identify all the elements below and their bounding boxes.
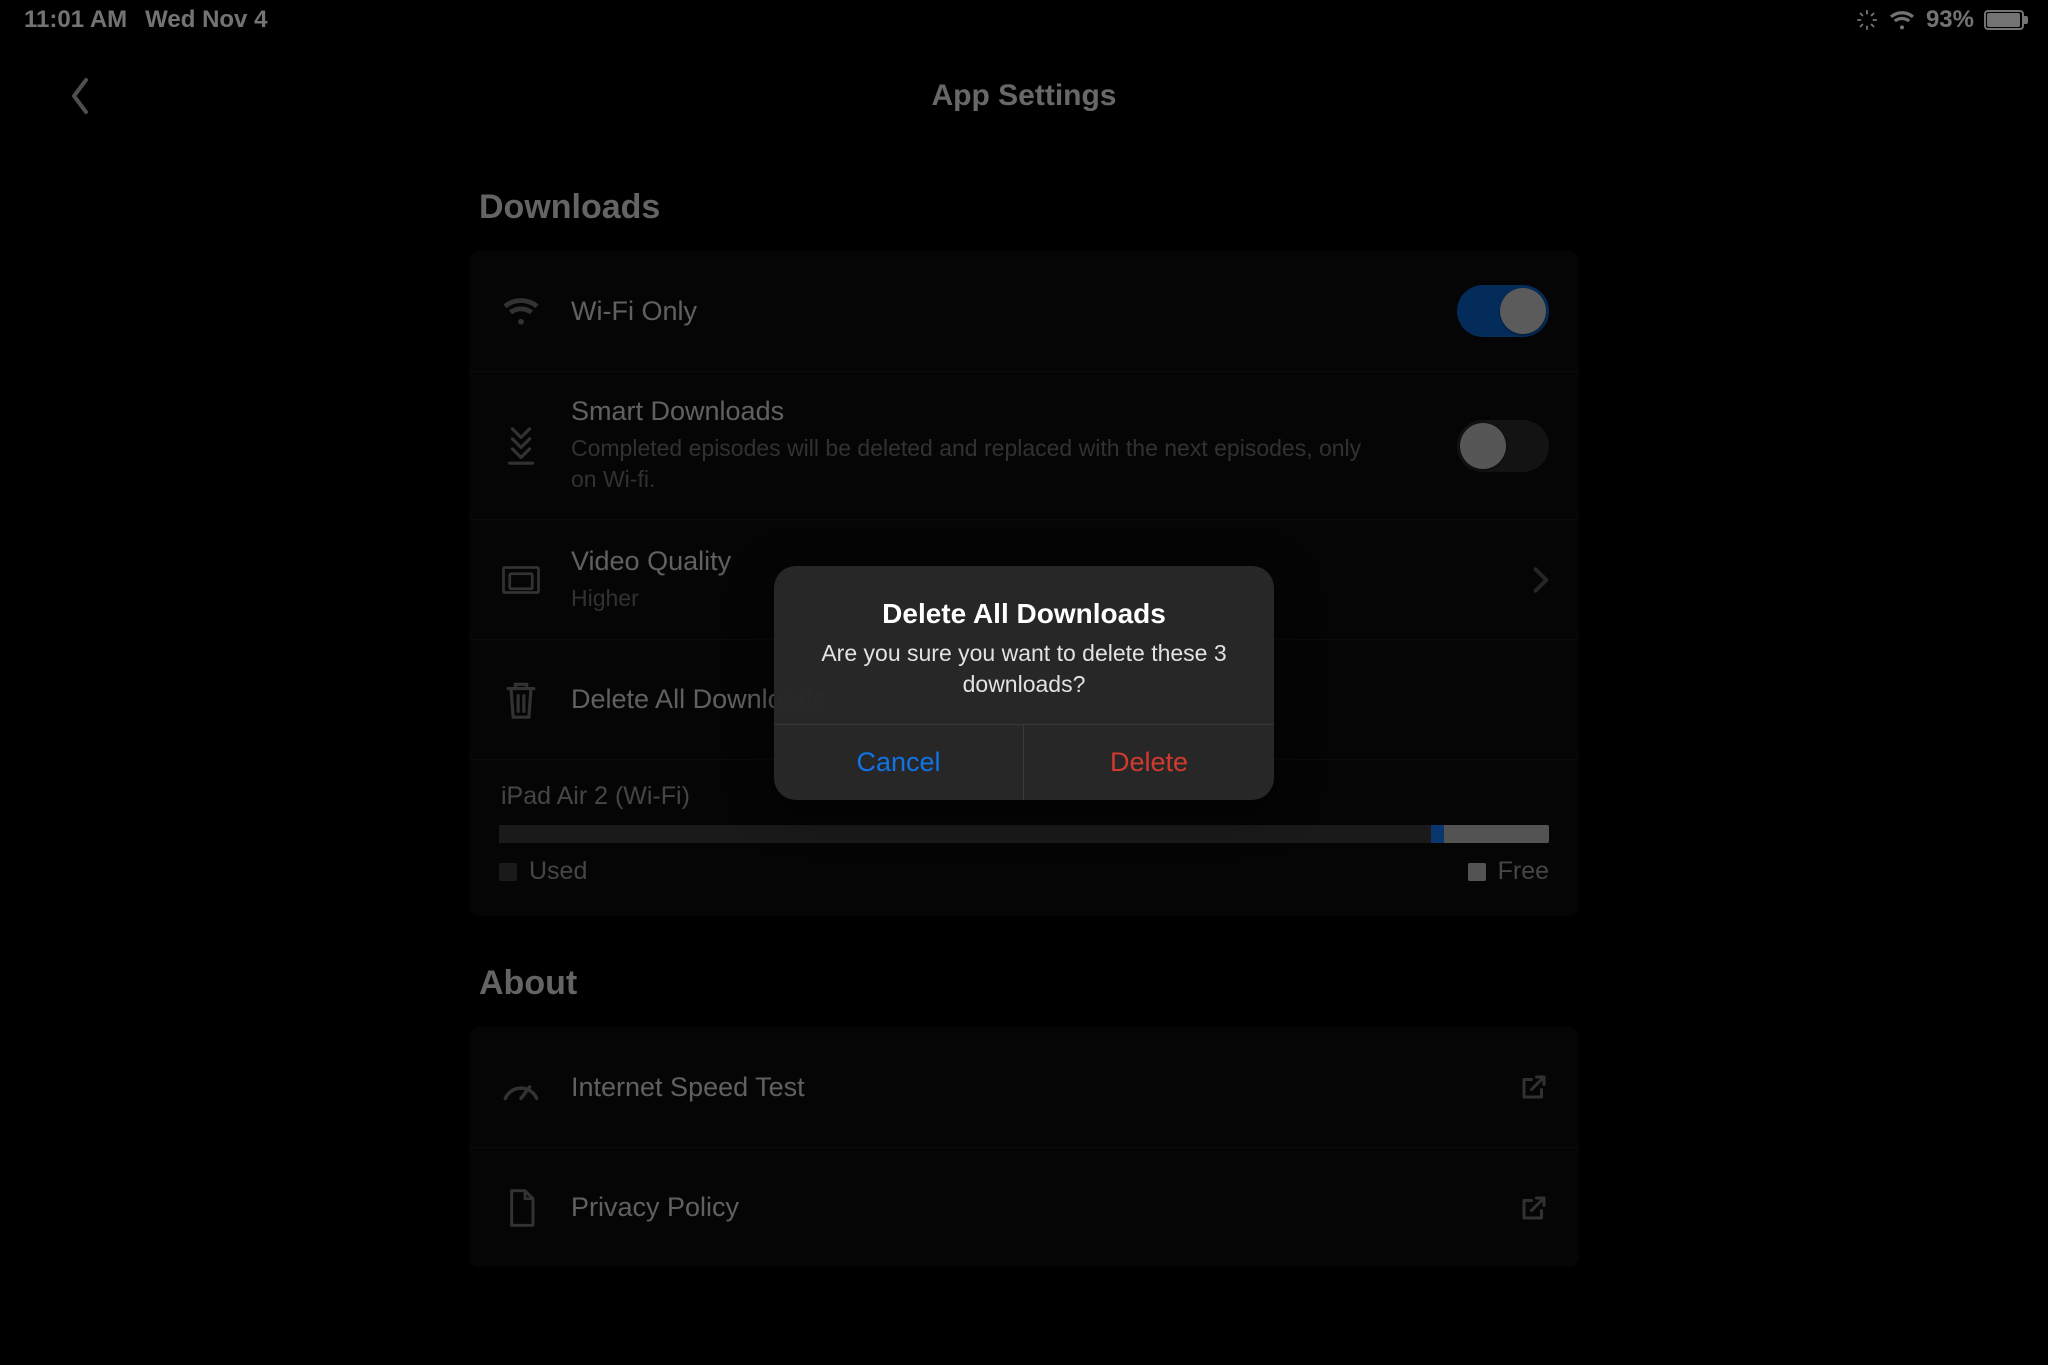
alert-title: Delete All Downloads xyxy=(802,597,1246,629)
alert-message: Are you sure you want to delete these 3 … xyxy=(802,637,1246,699)
cancel-button[interactable]: Cancel xyxy=(774,725,1024,800)
delete-confirmation-alert: Delete All Downloads Are you sure you wa… xyxy=(774,565,1274,799)
delete-button[interactable]: Delete xyxy=(1024,725,1274,800)
